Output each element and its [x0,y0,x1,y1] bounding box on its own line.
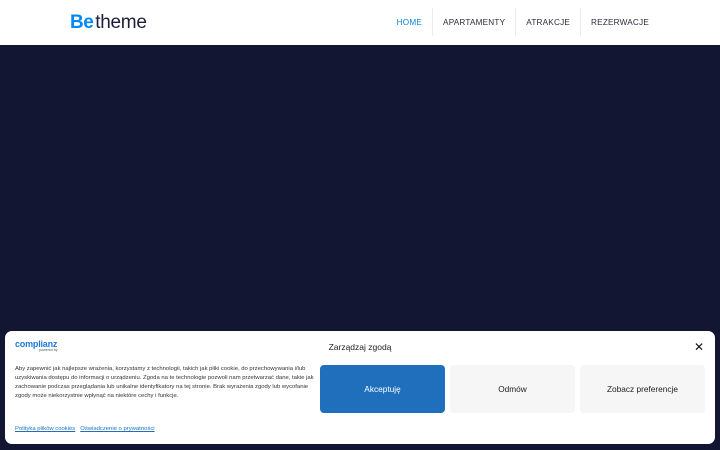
logo-theme: theme [95,12,147,33]
view-preferences-button[interactable]: Zobacz preferencje [580,365,705,413]
cookie-banner-links: Polityka plików cookies Oświadczenie o p… [15,426,155,432]
cookie-banner-title: Zarządzaj zgodą [328,342,392,352]
nav-item-atrakcje[interactable]: ATRAKCJE [515,8,580,36]
logo-be: Be [70,12,94,33]
close-icon[interactable]: ✕ [692,340,706,354]
cookie-policy-link[interactable]: Polityka plików cookies [15,426,75,432]
accept-button[interactable]: Akceptuję [320,365,445,413]
site-header: Be theme HOME APARTAMENTY ATRAKCJE REZER… [0,0,720,45]
main-nav: HOME APARTAMENTY ATRAKCJE REZERWACJE [387,8,659,36]
site-logo[interactable]: Be theme [70,12,147,34]
nav-item-home[interactable]: HOME [387,8,432,36]
deny-button[interactable]: Odmów [450,365,575,413]
privacy-statement-link[interactable]: Oświadczenie o prywatności [80,426,154,432]
cookie-banner-text: Aby zapewnić jak najlepsze wrażenia, kor… [15,366,314,400]
nav-item-rezerwacje[interactable]: REZERWACJE [580,8,659,36]
nav-item-apartamenty[interactable]: APARTAMENTY [432,8,515,36]
